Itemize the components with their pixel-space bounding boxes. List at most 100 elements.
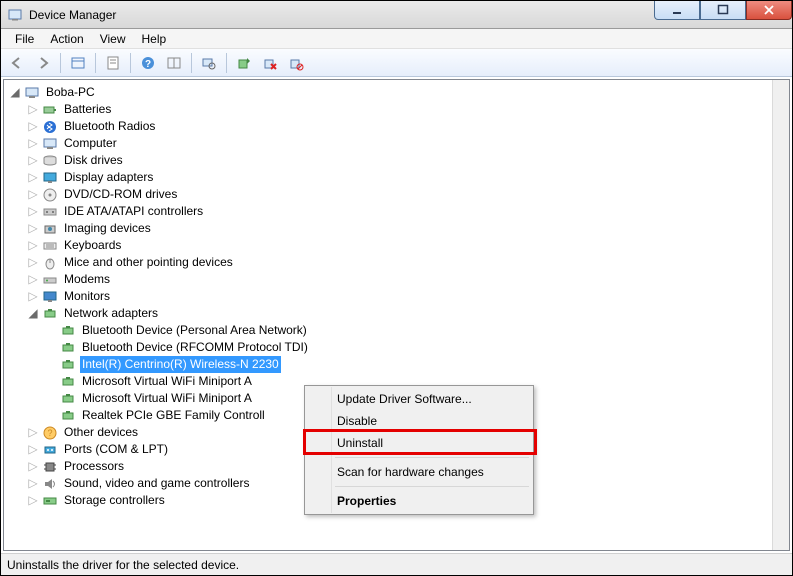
battery-icon (42, 102, 58, 118)
collapse-icon[interactable]: ◢ (8, 86, 22, 100)
expand-icon[interactable]: ▷ (26, 239, 40, 253)
category-node[interactable]: ▷ Bluetooth Radios (26, 118, 772, 135)
sound-icon (42, 476, 58, 492)
menubar: File Action View Help (1, 29, 792, 49)
root-label: Boba-PC (44, 84, 97, 101)
menu-action[interactable]: Action (42, 30, 91, 48)
expand-icon[interactable]: ▷ (26, 443, 40, 457)
svg-text:?: ? (47, 428, 52, 438)
titlebar[interactable]: Device Manager (1, 1, 792, 29)
category-label: Imaging devices (62, 220, 153, 237)
category-node[interactable]: ▷ Imaging devices (26, 220, 772, 237)
category-label: DVD/CD-ROM drives (62, 186, 179, 203)
expand-icon[interactable]: ▷ (26, 426, 40, 440)
category-node[interactable]: ▷ Modems (26, 271, 772, 288)
disk-icon (42, 153, 58, 169)
expand-icon[interactable]: ▷ (26, 154, 40, 168)
category-label: Other devices (62, 424, 140, 441)
category-node-network[interactable]: ◢ Network adapters (26, 305, 772, 322)
device-manager-window: Device Manager File Action View Help ? (0, 0, 793, 576)
network-adapter-icon (60, 357, 76, 373)
expand-icon[interactable]: ▷ (26, 171, 40, 185)
network-adapter-icon (60, 391, 76, 407)
view-button[interactable] (66, 51, 90, 75)
back-button[interactable] (5, 51, 29, 75)
menu-file[interactable]: File (7, 30, 42, 48)
category-label: Display adapters (62, 169, 155, 186)
minimize-button[interactable] (654, 0, 700, 20)
imaging-icon (42, 221, 58, 237)
category-node[interactable]: ▷Keyboards (26, 237, 772, 254)
category-label: Network adapters (62, 305, 160, 322)
statusbar: Uninstalls the driver for the selected d… (1, 553, 792, 575)
expand-icon[interactable]: ▷ (26, 273, 40, 287)
category-node[interactable]: ▷ Display adapters (26, 169, 772, 186)
category-node[interactable]: ▷Monitors (26, 288, 772, 305)
category-label: Processors (62, 458, 126, 475)
category-node[interactable]: ▷ DVD/CD-ROM drives (26, 186, 772, 203)
expand-icon[interactable]: ▷ (26, 256, 40, 270)
uninstall-button[interactable] (258, 51, 282, 75)
category-node[interactable]: ▷ Disk drives (26, 152, 772, 169)
device-node[interactable]: Bluetooth Device (RFCOMM Protocol TDI) (44, 339, 772, 356)
svg-text:?: ? (145, 59, 151, 70)
menu-view[interactable]: View (92, 30, 134, 48)
window-title: Device Manager (29, 8, 116, 22)
expand-icon[interactable]: ▷ (26, 222, 40, 236)
keyboard-icon (42, 238, 58, 254)
modem-icon (42, 272, 58, 288)
category-node[interactable]: ▷Batteries (26, 101, 772, 118)
network-icon (42, 306, 58, 322)
expand-icon[interactable]: ▷ (26, 188, 40, 202)
expand-icon[interactable]: ▷ (26, 290, 40, 304)
category-node[interactable]: ▷ Mice and other pointing devices (26, 254, 772, 271)
device-label: Bluetooth Device (RFCOMM Protocol TDI) (80, 339, 310, 356)
maximize-button[interactable] (700, 0, 746, 20)
category-label: Computer (62, 135, 119, 152)
expand-icon[interactable]: ▷ (26, 103, 40, 117)
ctx-disable[interactable]: Disable (307, 410, 531, 432)
help-button[interactable]: ? (136, 51, 160, 75)
category-node[interactable]: ▷ Computer (26, 135, 772, 152)
storage-icon (42, 493, 58, 509)
category-label: Bluetooth Radios (62, 118, 157, 135)
ctx-update-driver[interactable]: Update Driver Software... (307, 388, 531, 410)
vertical-scrollbar[interactable] (772, 80, 789, 550)
device-node[interactable]: Intel(R) Centrino(R) Wireless-N 2230 (44, 356, 772, 373)
category-node[interactable]: ▷IDE ATA/ATAPI controllers (26, 203, 772, 220)
device-label: Realtek PCIe GBE Family Controll (80, 407, 267, 424)
expand-icon[interactable]: ▷ (26, 460, 40, 474)
category-label: Ports (COM & LPT) (62, 441, 170, 458)
ctx-uninstall[interactable]: Uninstall (307, 432, 531, 454)
device-node[interactable]: Bluetooth Device (Personal Area Network) (44, 322, 772, 339)
mouse-icon (42, 255, 58, 271)
update-driver-button[interactable] (232, 51, 256, 75)
context-menu: Update Driver Software... Disable Uninst… (304, 385, 534, 515)
menu-help[interactable]: Help (134, 30, 175, 48)
close-button[interactable] (746, 0, 792, 20)
ide-icon (42, 204, 58, 220)
collapse-icon[interactable]: ◢ (26, 307, 40, 321)
forward-button[interactable] (31, 51, 55, 75)
expand-icon[interactable]: ▷ (26, 137, 40, 151)
expand-icon[interactable]: ▷ (26, 205, 40, 219)
disable-button[interactable] (284, 51, 308, 75)
expand-icon[interactable]: ▷ (26, 477, 40, 491)
scan-button[interactable] (197, 51, 221, 75)
properties-button[interactable] (101, 51, 125, 75)
grid-button[interactable] (162, 51, 186, 75)
device-label: Microsoft Virtual WiFi Miniport A (80, 373, 254, 390)
cpu-icon (42, 459, 58, 475)
device-label: Bluetooth Device (Personal Area Network) (80, 322, 309, 339)
category-label: Disk drives (62, 152, 125, 169)
ctx-properties[interactable]: Properties (307, 490, 531, 512)
category-label: Mice and other pointing devices (62, 254, 235, 271)
app-icon (7, 7, 23, 23)
category-label: Storage controllers (62, 492, 167, 509)
root-node[interactable]: ◢ Boba-PC (8, 84, 772, 101)
ports-icon (42, 442, 58, 458)
ctx-scan[interactable]: Scan for hardware changes (307, 461, 531, 483)
category-label: Modems (62, 271, 112, 288)
expand-icon[interactable]: ▷ (26, 494, 40, 508)
expand-icon[interactable]: ▷ (26, 120, 40, 134)
